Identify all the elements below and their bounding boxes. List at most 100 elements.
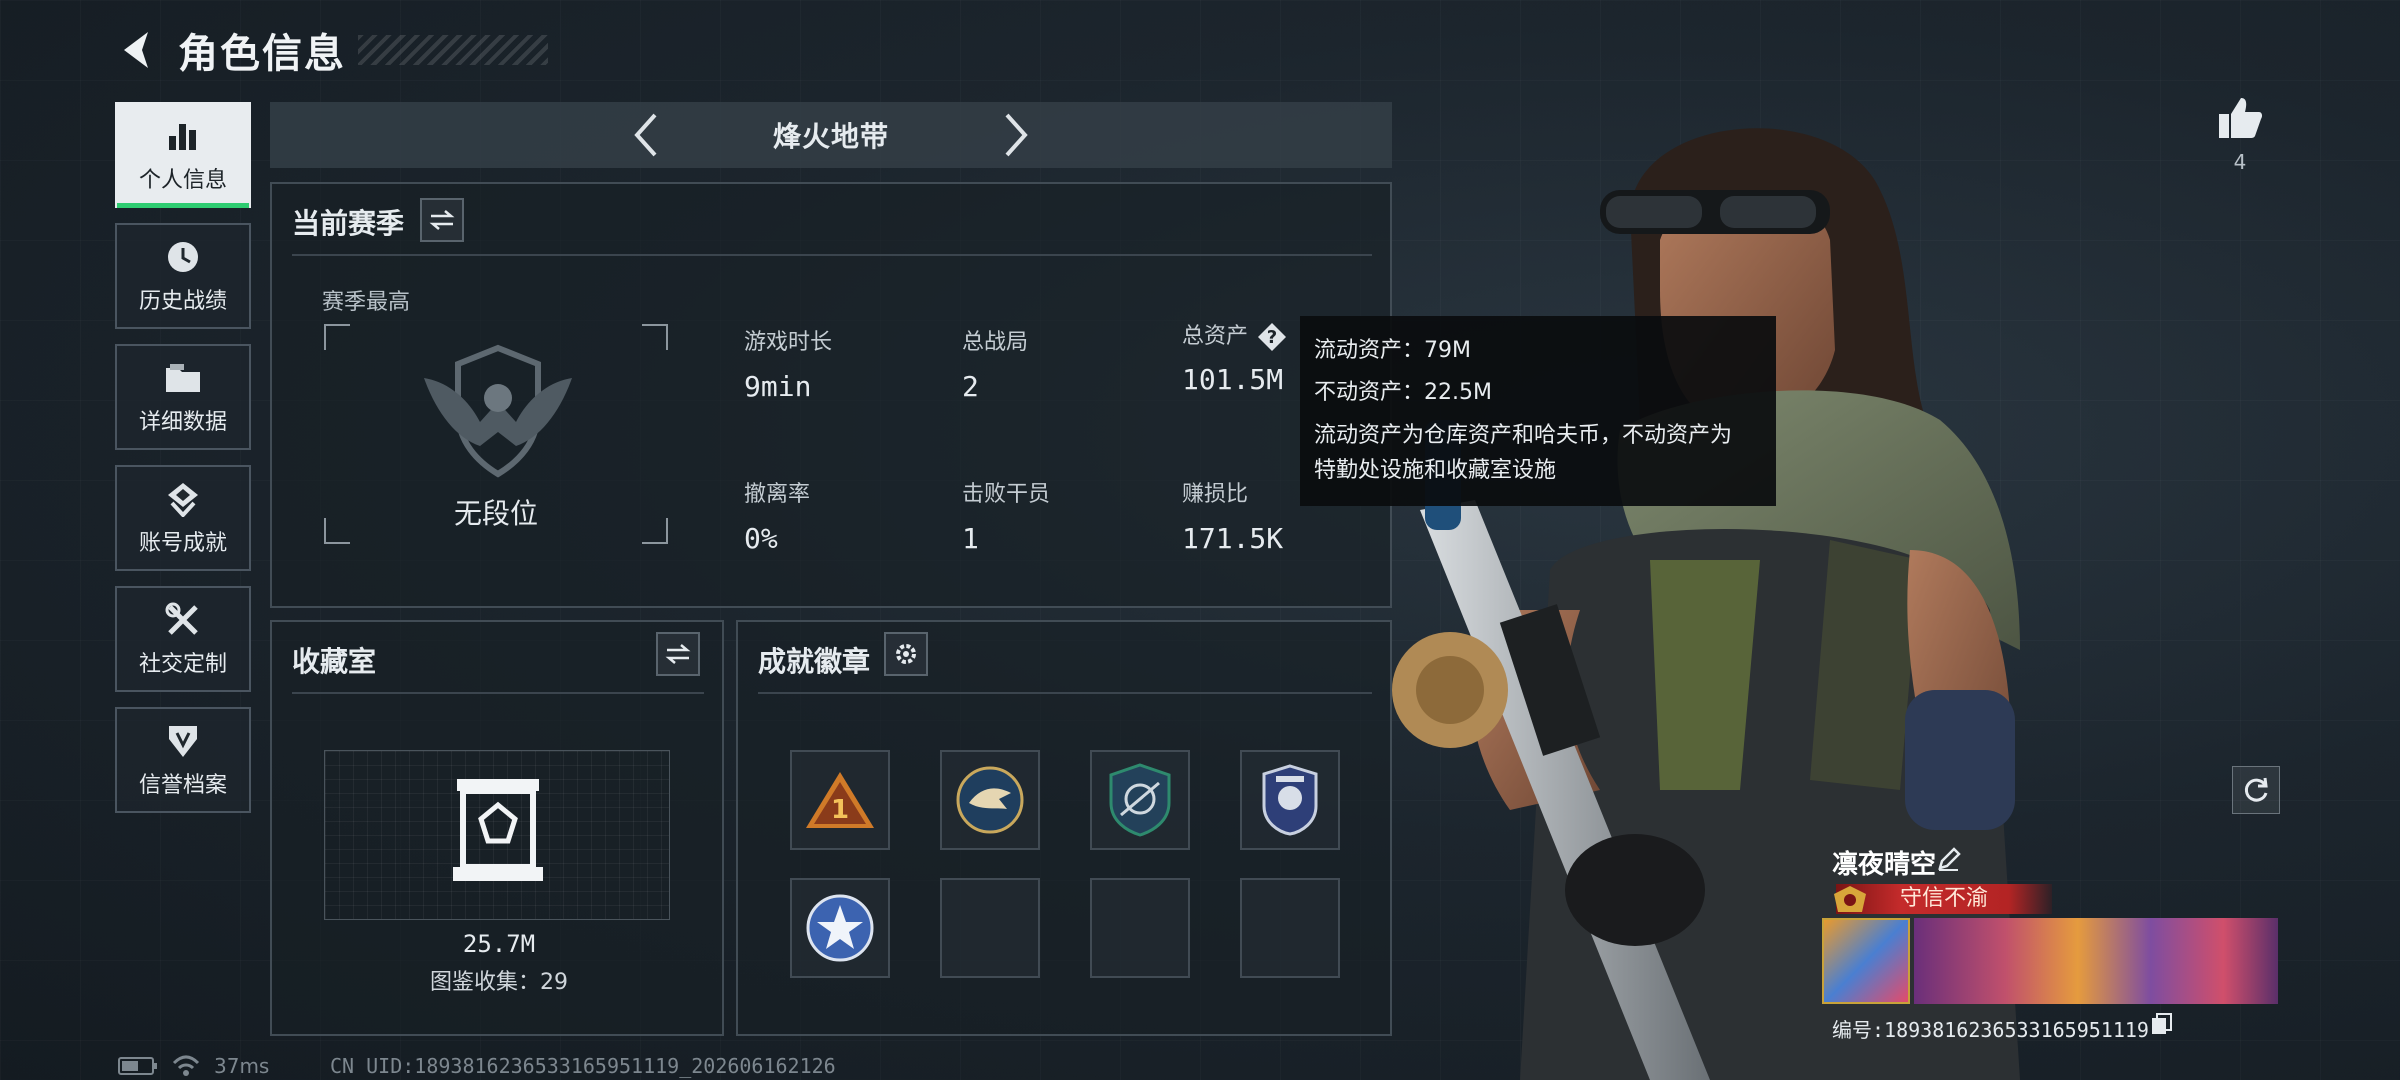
stat-extract-rate: 撤离率 0% [744, 476, 810, 555]
stat-play-time: 游戏时长 9min [744, 324, 832, 403]
swap-icon [429, 210, 455, 230]
current-season-panel: 当前赛季 赛季最高 无段位 游戏时长 9min 总战局 2 总资产? 101.5… [270, 182, 1392, 608]
sidebar-item-credit-file[interactable]: 信誉档案 [115, 707, 251, 813]
player-name: 凛夜晴空 [1832, 850, 1937, 880]
stat-label: 游戏时长 [744, 330, 833, 355]
stat-label: 总资产? [1182, 318, 1288, 353]
like-button[interactable]: 4 [2214, 96, 2266, 174]
collection-display-frame [324, 750, 670, 920]
panel-divider [292, 254, 1372, 256]
tooltip-fixed-assets: 不动资产：22.5M [1314, 380, 1492, 405]
help-question-icon[interactable]: ? [1256, 321, 1288, 353]
shield-arrows-badge-icon [1109, 763, 1171, 837]
title-emblem-icon [1834, 886, 1866, 912]
previous-mode-button[interactable] [620, 110, 670, 160]
player-avatar[interactable] [1822, 918, 1910, 1004]
badge-slot-3[interactable] [1090, 750, 1190, 850]
sidebar-item-label: 个人信息 [138, 168, 227, 193]
folder-icon [163, 358, 203, 398]
season-panel-title: 当前赛季 [292, 207, 405, 240]
tooltip-description: 流动资产为仓库资产和哈夫币，不动资产为 特勤处设施和收藏室设施 [1314, 418, 1762, 488]
achievement-icon [163, 479, 203, 519]
thumbs-up-icon [2219, 98, 2263, 138]
svg-text:1: 1 [831, 795, 849, 825]
season-highest-label: 赛季最高 [322, 290, 411, 315]
triangle-rank-1-badge-icon: 1 [806, 772, 874, 828]
stat-label: 击败干员 [962, 482, 1051, 507]
badge-slot-2[interactable] [940, 750, 1040, 850]
stat-kills: 击败干员 1 [962, 476, 1050, 555]
tooltip-liquid-assets: 流动资产：79M [1314, 338, 1471, 363]
back-arrow-icon [124, 32, 148, 68]
stat-label: 撤离率 [744, 482, 811, 507]
achievement-badges-panel: 成就徽章 1 [736, 620, 1392, 1036]
stat-value: 171.5K [1182, 522, 1284, 555]
badge-slot-empty[interactable] [1240, 878, 1340, 978]
stat-total-assets: 总资产? 101.5M [1182, 318, 1288, 396]
collection-panel-title: 收藏室 [292, 645, 377, 678]
collection-value: 25.7M [462, 930, 536, 958]
like-count: 4 [2233, 150, 2247, 174]
star-badge-icon [806, 894, 874, 962]
badge-slot-1[interactable]: 1 [790, 750, 890, 850]
battery-icon [118, 1057, 157, 1075]
frame-corner [324, 324, 350, 350]
uid-readout: CN UID:1893816236533165951119_2026061621… [330, 1054, 836, 1078]
sidebar-item-label: 社交定制 [138, 652, 227, 677]
stat-value: 1 [962, 522, 979, 555]
display-case-icon [453, 779, 543, 881]
badge-slot-empty[interactable] [940, 878, 1040, 978]
sidebar-item-social-custom[interactable]: 社交定制 [115, 586, 251, 692]
player-name-card-banner[interactable] [1914, 918, 2278, 1004]
badge-slot-empty[interactable] [1090, 878, 1190, 978]
mode-switcher: 烽火地带 [270, 102, 1392, 168]
badge-slot-4[interactable] [1240, 750, 1340, 850]
next-mode-button[interactable] [992, 110, 1042, 160]
eagle-badge-icon [956, 766, 1024, 834]
sidebar-item-personal-info[interactable]: 个人信息 [115, 102, 251, 208]
sidebar-item-achievements[interactable]: 账号成就 [115, 465, 251, 571]
stat-profit-ratio: 赚损比 171.5K [1182, 476, 1283, 555]
stat-value: 101.5M [1182, 363, 1284, 396]
back-button[interactable] [112, 22, 160, 78]
sidebar-item-label: 账号成就 [138, 531, 227, 556]
stat-total-matches: 总战局 2 [962, 324, 1028, 403]
collection-room-panel[interactable]: 收藏室 25.7M 图鉴收集：29 [270, 620, 724, 1036]
swap-icon [665, 644, 691, 664]
tooltip-description-line: 流动资产为仓库资产和哈夫币，不动资产为 [1314, 423, 1733, 448]
ping-readout: 37ms [214, 1054, 270, 1078]
panel-divider [292, 692, 704, 694]
assets-tooltip: 流动资产：79M 不动资产：22.5M 流动资产为仓库资产和哈夫币，不动资产为 … [1300, 316, 1776, 506]
collection-switch-button[interactable] [656, 632, 700, 676]
clock-icon [163, 237, 203, 277]
rotate-model-button[interactable] [2232, 766, 2280, 814]
page-title: 角色信息 [178, 31, 346, 77]
player-title-badge: 守信不渝 [1836, 884, 2052, 914]
svg-text:?: ? [1267, 327, 1277, 348]
stat-value: 9min [744, 370, 812, 403]
collection-count: 图鉴收集：29 [430, 970, 568, 995]
season-switch-button[interactable] [420, 198, 464, 242]
chevron-left-icon [634, 113, 657, 157]
sidebar-nav: 个人信息 历史战绩 详细数据 账号成就 社交定制 信誉档案 [115, 102, 253, 828]
copy-icon[interactable] [2150, 1012, 2174, 1036]
bar-chart-icon [163, 116, 203, 156]
stat-label-text: 总资产 [1182, 324, 1249, 349]
eagle-rank-emblem-icon [424, 344, 572, 478]
chevron-right-icon [1005, 113, 1028, 157]
stat-value: 0% [744, 522, 778, 555]
sidebar-item-label: 详细数据 [138, 410, 227, 435]
rank-name: 无段位 [453, 497, 538, 530]
badge-slot-5[interactable] [790, 878, 890, 978]
shield-badge-icon [163, 721, 203, 761]
mode-name: 烽火地带 [772, 120, 889, 153]
frame-corner [642, 324, 668, 350]
badge-settings-button[interactable] [884, 632, 928, 676]
tooltip-description-line: 特勤处设施和收藏室设施 [1314, 458, 1557, 483]
rotate-icon [2244, 777, 2268, 802]
edit-pencil-icon[interactable] [1936, 846, 1962, 872]
rank-display: 无段位 [324, 324, 668, 544]
sidebar-item-match-history[interactable]: 历史战绩 [115, 223, 251, 329]
sidebar-item-detailed-data[interactable]: 详细数据 [115, 344, 251, 450]
status-bar: 37ms [118, 1054, 269, 1078]
